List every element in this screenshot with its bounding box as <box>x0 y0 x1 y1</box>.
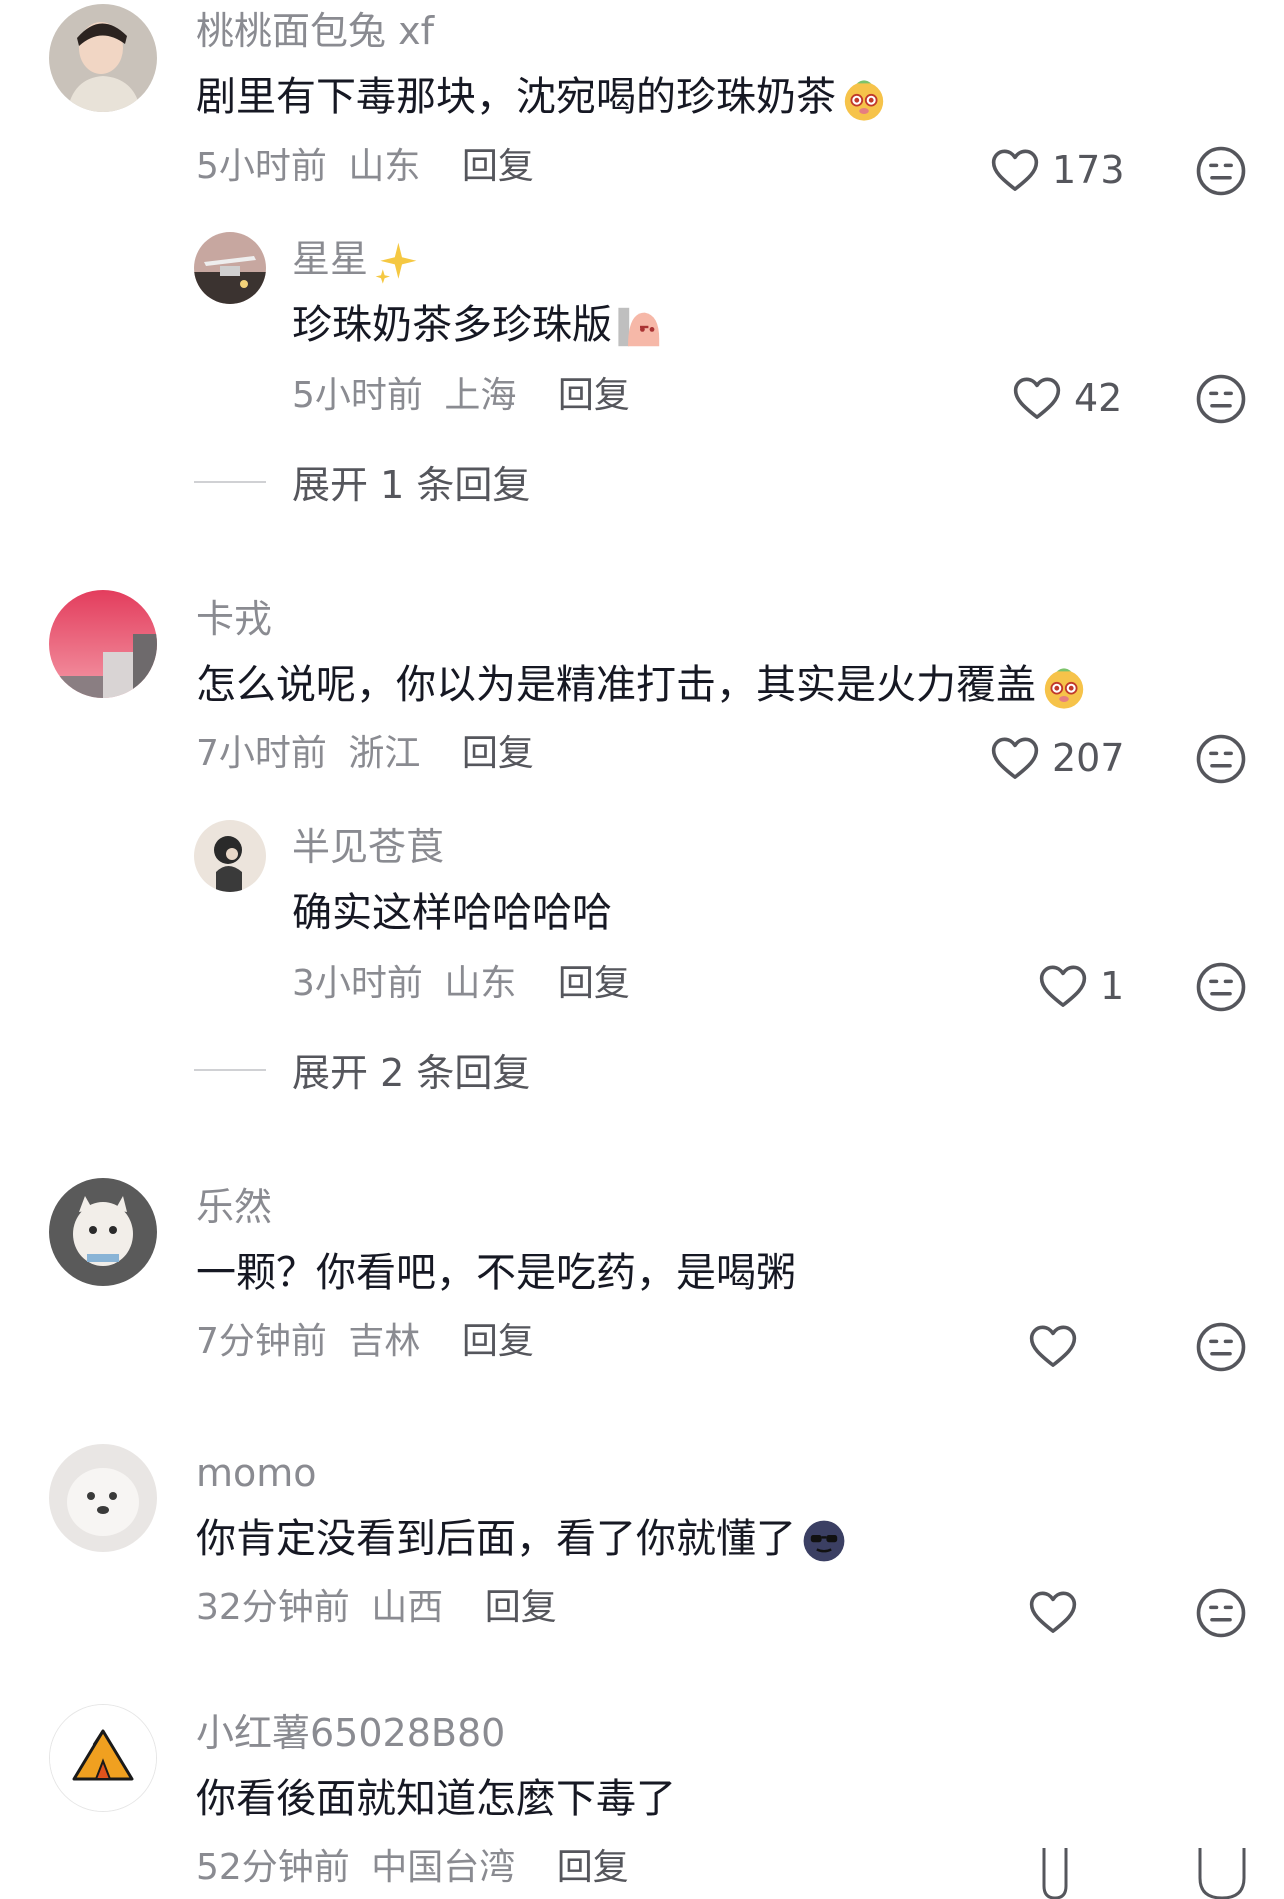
like-button[interactable] <box>1026 1316 1080 1376</box>
avatar[interactable] <box>49 1444 157 1552</box>
comment-meta: 32分钟前 山西 回复 <box>196 1586 557 1630</box>
location: 山东 <box>348 146 421 187</box>
neutral-face-icon[interactable] <box>1194 1320 1248 1374</box>
comment-meta: 52分钟前 中国台湾 回复 <box>196 1846 629 1890</box>
timestamp: 32分钟前 <box>196 1587 350 1628</box>
dog-face-emoji <box>840 75 888 123</box>
heart-outline-icon <box>1026 1319 1080 1373</box>
location: 山西 <box>371 1587 444 1628</box>
comment-text: 一颗？你看吧，不是吃药，是喝粥 <box>196 1250 796 1296</box>
reply-button[interactable]: 回复 <box>462 733 534 774</box>
timestamp: 3小时前 <box>292 963 423 1004</box>
peeking-bean-emoji <box>616 303 664 351</box>
comment-meta: 5小时前 山东 回复 <box>196 145 534 189</box>
location: 浙江 <box>348 733 421 774</box>
comment-meta: 7小时前 浙江 回复 <box>196 732 534 776</box>
like-button[interactable]: 207 <box>988 728 1125 788</box>
comment-text: 剧里有下毒那块，沈宛喝的珍珠奶茶 <box>196 72 888 123</box>
timestamp: 5小时前 <box>292 375 423 416</box>
reply-button[interactable]: 回复 <box>557 1847 629 1888</box>
reply-button[interactable]: 回复 <box>558 963 630 1004</box>
like-button[interactable]: 42 <box>1010 368 1122 428</box>
divider <box>194 1068 266 1071</box>
location: 山东 <box>444 963 517 1004</box>
avatar[interactable] <box>49 4 157 112</box>
neutral-face-icon[interactable] <box>1194 732 1248 786</box>
heart-outline-icon <box>1042 1848 1068 1899</box>
avatar[interactable] <box>194 820 266 892</box>
location: 中国台湾 <box>371 1847 516 1888</box>
heart-outline-icon <box>1010 371 1064 425</box>
avatar[interactable] <box>49 590 157 698</box>
timestamp: 7分钟前 <box>196 1321 327 1362</box>
like-count: 207 <box>1052 736 1125 780</box>
like-button[interactable] <box>1026 1582 1080 1642</box>
username[interactable]: 小红薯65028B80 <box>196 1710 505 1756</box>
timestamp: 52分钟前 <box>196 1847 350 1888</box>
like-button[interactable]: 1 <box>1036 956 1124 1016</box>
heart-outline-icon <box>1026 1585 1080 1639</box>
expand-replies-label: 展开 2 条回复 <box>292 1051 531 1095</box>
username[interactable]: momo <box>196 1450 317 1496</box>
neutral-face-icon[interactable] <box>1194 1586 1248 1640</box>
timestamp: 7小时前 <box>196 733 327 774</box>
avatar[interactable] <box>49 1704 157 1812</box>
neutral-face-icon[interactable] <box>1194 144 1248 198</box>
comment-text: 确实这样哈哈哈哈 <box>292 890 612 936</box>
like-count: 42 <box>1074 376 1123 420</box>
expand-replies-button[interactable]: 展开 2 条回复 <box>194 1042 530 1097</box>
comment-text: 你看後面就知道怎麼下毒了 <box>196 1776 676 1822</box>
divider <box>194 480 266 483</box>
username[interactable]: 桃桃面包兔 xf <box>196 8 434 54</box>
like-button[interactable] <box>1040 1848 1070 1899</box>
reply-button[interactable]: 回复 <box>558 375 630 416</box>
username[interactable]: 乐然 <box>196 1184 272 1230</box>
username[interactable]: 半见苍莨 <box>292 824 444 870</box>
avatar[interactable] <box>49 1178 157 1286</box>
reply-button[interactable]: 回复 <box>485 1587 557 1628</box>
expand-replies-button[interactable]: 展开 1 条回复 <box>194 454 530 509</box>
dark-moon-face-emoji <box>800 1517 848 1565</box>
comment-text: 你肯定没看到后面，看了你就懂了 <box>196 1514 848 1565</box>
username[interactable]: 星星 <box>292 236 420 286</box>
sparkles-emoji <box>372 238 420 286</box>
timestamp: 5小时前 <box>196 146 327 187</box>
reply-button[interactable]: 回复 <box>462 146 534 187</box>
comment-meta: 3小时前 山东 回复 <box>292 962 630 1006</box>
username[interactable]: 卡戎 <box>196 596 272 642</box>
avatar[interactable] <box>194 232 266 304</box>
location: 吉林 <box>348 1321 421 1362</box>
like-count: 173 <box>1052 148 1125 192</box>
comment-text: 珍珠奶茶多珍珠版 <box>292 300 664 351</box>
location: 上海 <box>444 375 517 416</box>
expand-replies-label: 展开 1 条回复 <box>292 463 531 507</box>
heart-outline-icon <box>988 731 1042 785</box>
comment-meta: 5小时前 上海 回复 <box>292 374 630 418</box>
neutral-face-icon[interactable] <box>1194 372 1248 426</box>
heart-outline-icon <box>1036 959 1090 1013</box>
heart-outline-icon <box>988 143 1042 197</box>
comment-text: 怎么说呢，你以为是精准打击，其实是火力覆盖 <box>196 660 1088 711</box>
like-button[interactable]: 173 <box>988 140 1125 200</box>
reply-button[interactable]: 回复 <box>462 1321 534 1362</box>
neutral-face-icon[interactable] <box>1194 960 1248 1014</box>
like-count: 1 <box>1100 964 1125 1008</box>
dog-face-emoji <box>1040 663 1088 711</box>
comment-meta: 7分钟前 吉林 回复 <box>196 1320 534 1364</box>
neutral-face-icon[interactable] <box>1196 1848 1248 1899</box>
